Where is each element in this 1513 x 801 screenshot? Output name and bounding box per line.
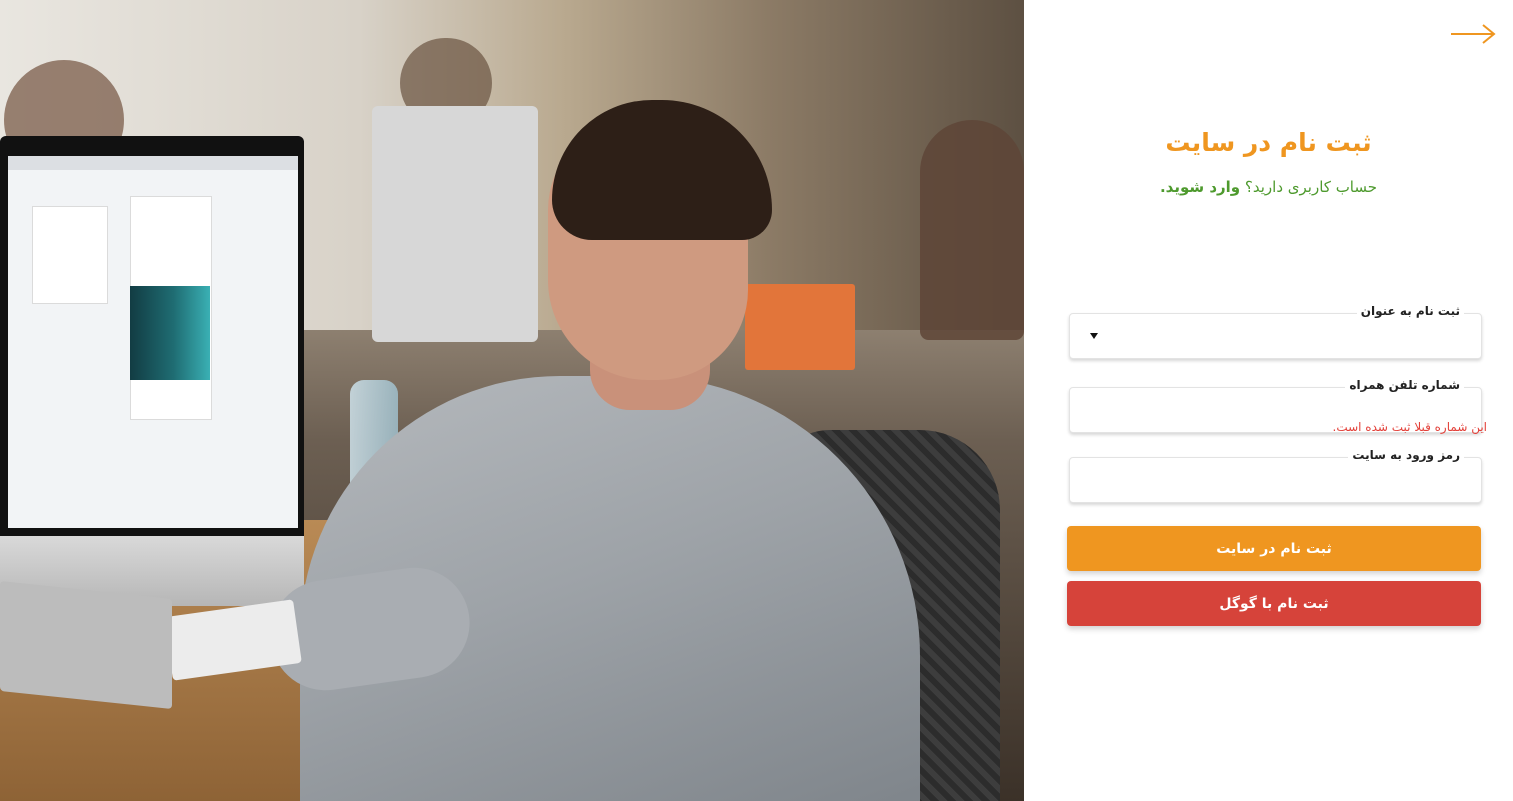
caret-down-icon	[1090, 333, 1098, 339]
photo-monitor-bezel	[0, 136, 304, 536]
photo-background-person	[920, 120, 1024, 340]
photo-laptop	[0, 580, 172, 710]
register-page: ثبت نام در سایت حساب کاربری دارید؟ وارد …	[0, 0, 1513, 801]
photo-orange-box	[745, 284, 855, 370]
password-label: رمز ورود به سایت	[1348, 446, 1464, 464]
office-photo	[0, 0, 1024, 801]
login-prompt: حساب کاربری دارید؟ وارد شوید.	[1024, 178, 1513, 196]
photo-background-monitor	[372, 106, 538, 342]
google-register-button[interactable]: ثبت نام با گوگل	[1067, 581, 1481, 626]
role-label: ثبت نام به عنوان	[1356, 302, 1464, 320]
password-input[interactable]	[1070, 458, 1481, 502]
page-title: ثبت نام در سایت	[1165, 128, 1372, 157]
arrow-right-icon[interactable]	[1449, 20, 1497, 48]
photo-screen-banner	[130, 286, 210, 380]
photo-monitor	[0, 136, 304, 606]
phone-label: شماره تلفن همراه	[1345, 376, 1464, 394]
register-panel: ثبت نام در سایت حساب کاربری دارید؟ وارد …	[1024, 0, 1513, 801]
photo-screen-toolbar	[8, 156, 298, 170]
phone-error-message: این شماره قبلا ثبت شده است.	[1332, 420, 1488, 434]
photo-monitor-screen	[8, 156, 298, 528]
login-link[interactable]: وارد شوید.	[1160, 178, 1240, 196]
register-button[interactable]: ثبت نام در سایت	[1067, 526, 1481, 571]
photo-screen-card	[32, 206, 108, 304]
login-prompt-text: حساب کاربری دارید؟	[1244, 178, 1378, 196]
